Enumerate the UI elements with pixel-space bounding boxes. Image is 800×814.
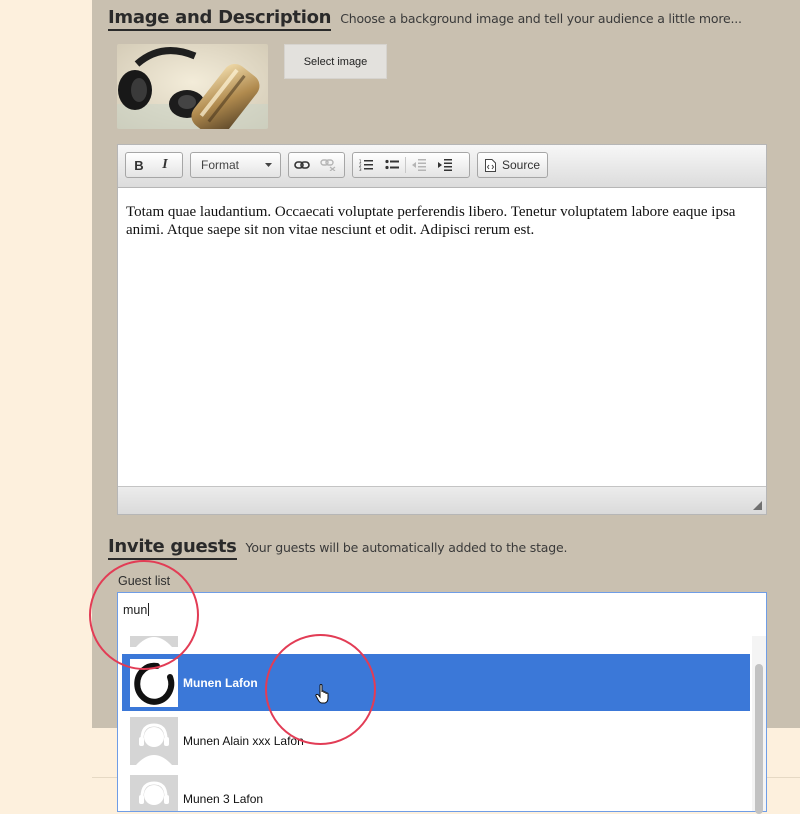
- invite-section-heading: Invite guests Your guests will be automa…: [108, 536, 567, 560]
- unlink-button[interactable]: [315, 153, 341, 177]
- editor-footer: [118, 486, 766, 514]
- increase-indent-button[interactable]: [432, 153, 458, 177]
- person-placeholder-icon: [136, 636, 172, 647]
- source-button[interactable]: Source: [477, 152, 548, 178]
- bold-button[interactable]: B: [126, 153, 152, 177]
- numbered-list-button[interactable]: 1 2 3: [353, 153, 379, 177]
- guest-name: Munen 3 Lafon: [183, 791, 264, 806]
- text-caret: [148, 603, 150, 616]
- dropdown-arrow-icon: [265, 163, 272, 167]
- invite-section-title: Invite guests: [108, 536, 237, 560]
- image-section-heading: Image and Description Choose a backgroun…: [108, 7, 742, 31]
- guest-list-field[interactable]: mun Munen Lafon Munen Alain xxx Lafon Mu…: [117, 592, 767, 814]
- svg-text:3: 3: [359, 167, 362, 171]
- suggestions-scrollbar[interactable]: [752, 636, 766, 814]
- guest-search-value: mun: [123, 603, 148, 617]
- format-dropdown-label: Format: [201, 158, 240, 172]
- basic-styles-group: B I: [125, 152, 183, 178]
- increase-indent-icon: [438, 159, 452, 171]
- decrease-indent-button[interactable]: [406, 153, 432, 177]
- bulleted-list-icon: [385, 159, 399, 170]
- avatar: [130, 636, 178, 647]
- list-indent-group: 1 2 3: [352, 152, 470, 178]
- guest-name: Munen Alain xxx Lafon: [183, 733, 304, 748]
- link-group: [288, 152, 345, 178]
- list-item[interactable]: [122, 636, 750, 651]
- editor-content-area[interactable]: Totam quae laudantium. Occaecati volupta…: [118, 187, 766, 486]
- person-placeholder-icon: [139, 780, 169, 805]
- editor-toolbar: B I Format 1 2 3 Source: [118, 145, 766, 188]
- invite-section-subtitle: Your guests will be automatically added …: [245, 540, 568, 555]
- guest-list-label: Guest list: [118, 574, 171, 588]
- hand-cursor-icon: [315, 684, 329, 704]
- italic-button[interactable]: I: [152, 153, 178, 177]
- format-dropdown[interactable]: Format: [190, 152, 281, 178]
- avatar: [130, 658, 178, 707]
- link-icon: [294, 161, 310, 169]
- list-item-selected[interactable]: Munen Lafon: [122, 654, 750, 711]
- rich-text-editor: B I Format 1 2 3 Source Totam quae lauda…: [117, 144, 767, 515]
- bulleted-list-button[interactable]: [379, 153, 405, 177]
- source-icon: [485, 158, 496, 172]
- avatar: [130, 716, 178, 765]
- resize-handle[interactable]: [753, 501, 762, 510]
- headphones-microphone-photo: [117, 44, 268, 129]
- background-image-thumbnail: [117, 44, 268, 129]
- guest-name: Munen Lafon: [183, 675, 258, 690]
- source-button-label: Source: [502, 158, 541, 172]
- scrollbar-thumb[interactable]: [755, 664, 763, 814]
- numbered-list-icon: 1 2 3: [359, 159, 373, 171]
- list-item[interactable]: Munen Alain xxx Lafon: [122, 712, 750, 769]
- unlink-icon: [320, 159, 336, 171]
- guest-search-input[interactable]: mun: [123, 603, 150, 617]
- enso-avatar-icon: [134, 662, 175, 705]
- image-section-subtitle: Choose a background image and tell your …: [340, 11, 742, 26]
- image-section-title: Image and Description: [108, 7, 332, 31]
- avatar: [130, 774, 178, 811]
- guest-suggestions-list: Munen Lafon Munen Alain xxx Lafon Munen …: [122, 636, 750, 811]
- select-image-button[interactable]: Select image: [284, 44, 387, 79]
- decrease-indent-icon: [412, 159, 426, 171]
- person-placeholder-icon: [136, 722, 172, 765]
- link-button[interactable]: [289, 153, 315, 177]
- list-item[interactable]: Munen 3 Lafon: [122, 770, 750, 811]
